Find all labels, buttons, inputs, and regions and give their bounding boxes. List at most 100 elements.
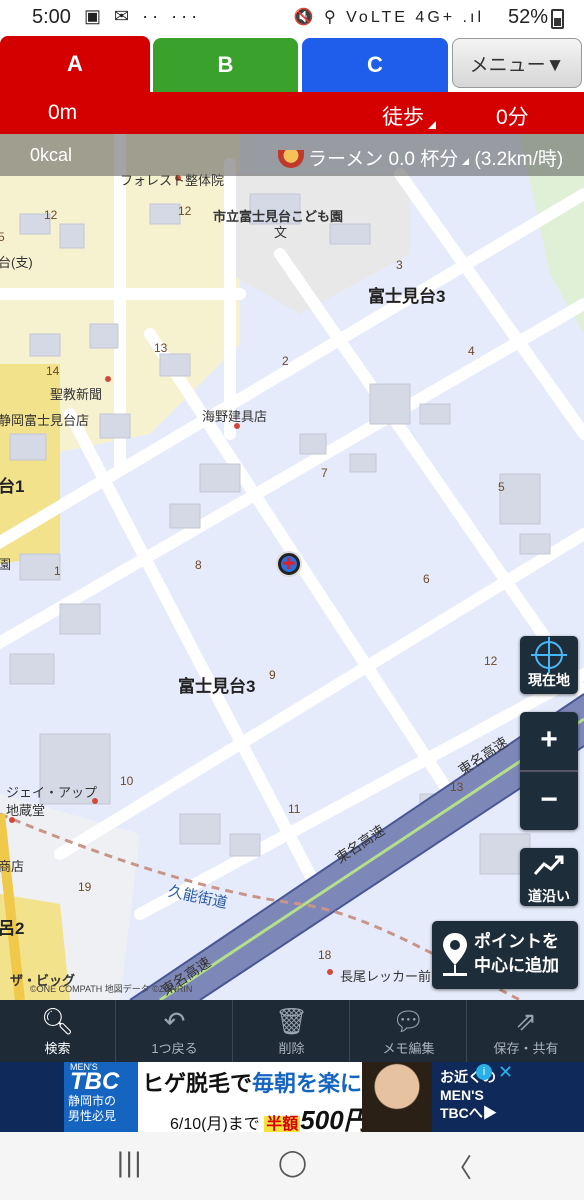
ad-half-badge: 半額 (264, 1116, 301, 1133)
recent-apps-icon[interactable]: ||| (116, 1148, 142, 1178)
block-number: 5 (0, 230, 5, 244)
route-info-bar: 0m 徒歩 0分 (0, 92, 584, 134)
block-number: 18 (318, 948, 332, 962)
ad-cta-line2: MEN'S (440, 1087, 484, 1103)
add-point-label-2: 中心に追加 (474, 956, 559, 975)
add-point-label-1: ポイントを (474, 932, 559, 951)
block-number: 4 (468, 344, 475, 358)
zoom-out-button[interactable]: − (520, 772, 578, 830)
ad-headline-pre: ヒゲ脱毛で (142, 1071, 253, 1096)
calorie-bar: 0kcal ラーメン 0.0 杯分 (3.2km/時) (0, 134, 584, 176)
map-label-shoten: 商店 (0, 859, 25, 874)
share-icon: ⇗ (515, 1006, 537, 1036)
undo-label: 1つ戻る (151, 1041, 198, 1056)
battery-level: 52% (507, 6, 548, 28)
search-button[interactable]: 🔍︎ 検索 (0, 1000, 116, 1062)
block-number: 12 (44, 208, 58, 222)
ad-city-line1: 静岡市の (68, 1094, 117, 1108)
tab-c[interactable]: C (302, 38, 448, 92)
route-tabs: A B C メニュー▼ (0, 34, 584, 92)
save-share-button[interactable]: ⇗ 保存・共有 (468, 1000, 584, 1062)
travel-mode-selector[interactable]: 徒歩 (382, 101, 436, 131)
ramen-icon (278, 150, 304, 168)
block-number: 6 (423, 572, 430, 586)
ad-info-icon[interactable]: i (476, 1064, 492, 1080)
undo-icon: ↶ (163, 1006, 186, 1036)
home-icon[interactable]: ◯ (278, 1148, 307, 1178)
signal-icons: 🔇 ⚲ VoLTE 4G+ .ıl (293, 9, 484, 26)
zoom-in-button[interactable]: + (520, 712, 578, 770)
speed-value: (3.2km/時) (474, 149, 564, 170)
map-label-seikyo: 聖教新聞 (50, 387, 103, 402)
ad-city-line2: 男性必見 (68, 1109, 117, 1123)
trend-line-icon (520, 848, 578, 886)
notification-icons: ▣ ✉ ·· ··· (84, 6, 202, 26)
add-point-center-button[interactable]: ポイントを中心に追加 (432, 921, 578, 989)
ad-headline-hi: 毎朝を楽に (252, 1071, 363, 1096)
map-label-shizuoka-store: 静岡富士見台店 (0, 413, 90, 428)
block-number: 2 (282, 354, 289, 368)
ad-cta-line3: TBCへ▶ (440, 1105, 497, 1121)
memo-icon: 💬︎ (391, 1006, 425, 1036)
ad-headline: ヒゲ脱毛で毎朝を楽に (142, 1066, 362, 1098)
block-number: 10 (120, 774, 134, 788)
block-number: 1 (54, 564, 61, 578)
time-value: 0分 (496, 106, 529, 129)
status-bar: 5:00 ▣ ✉ ·· ··· 🔇 ⚲ VoLTE 4G+ .ıl 52% (0, 0, 584, 34)
school-icon: 文 (274, 225, 288, 240)
map-center-crosshair-icon (276, 551, 302, 577)
ad-date: 6/10(月)まで (170, 1116, 260, 1133)
kcal-value: 0kcal (30, 145, 73, 165)
ramen-selector[interactable]: ラーメン 0.0 杯分 (3.2km/時) (278, 144, 563, 171)
map-copyright: ©ONE COMPATH 地図データ ©ZENRIN (30, 984, 193, 994)
current-location-button[interactable]: 現在地 (520, 636, 578, 694)
map-label-edge2: 呂2 (0, 919, 25, 938)
map-label-jizo: 地蔵堂 (6, 803, 46, 818)
map-label-jay: ジェイ・アップ (6, 785, 98, 800)
search-label: 検索 (44, 1041, 71, 1056)
delete-button[interactable]: 🗑︎ 削除 (234, 1000, 350, 1062)
map-label-area-top: 富士見台3 (368, 287, 446, 306)
map-pin-icon (443, 933, 467, 976)
block-number: 8 (195, 558, 202, 572)
block-number: 9 (269, 668, 276, 682)
zoom-control: + − (520, 712, 578, 830)
along-road-button[interactable]: 道沿い (520, 848, 578, 906)
tab-a[interactable]: A (0, 36, 150, 92)
ad-model-image (362, 1062, 432, 1132)
clock: 5:00 (32, 6, 71, 28)
memo-label: メモ編集 (382, 1041, 435, 1056)
map-label-area-bottom: 富士見台3 (178, 677, 256, 696)
block-number: 5 (498, 480, 505, 494)
map-label-edge-en: 園 (0, 557, 12, 572)
trash-icon: 🗑︎ (274, 1006, 308, 1036)
ad-price: 500円 (300, 1105, 370, 1135)
system-nav-bar: ||| ◯ 〈 (0, 1132, 584, 1200)
current-location-label: 現在地 (528, 672, 570, 688)
undo-button[interactable]: ↶ 1つ戻る (117, 1000, 233, 1062)
map-label-nagao: 長尾レッカー前 (340, 969, 432, 984)
block-number: 7 (321, 466, 328, 480)
ad-close-icon[interactable]: ✕ (498, 1062, 513, 1083)
bottom-toolbar: 🔍︎ 検索 ↶ 1つ戻る 🗑︎ 削除 💬︎ メモ編集 ⇗ 保存・共有 (0, 1000, 584, 1062)
block-number: 12 (178, 204, 192, 218)
battery-icon (551, 9, 564, 29)
distance-value: 0m (48, 101, 78, 124)
map-label-edge1: 台1 (0, 477, 25, 496)
ad-message: ヒゲ脱毛で毎朝を楽に 6/10(月)まで 半額500円 (138, 1062, 370, 1135)
ad-banner[interactable]: MEN'S TBC 静岡市の 男性必見 ヒゲ脱毛で毎朝を楽に 6/10(月)まで … (0, 1062, 584, 1135)
ad-city: 静岡市の 男性必見 (68, 1094, 116, 1124)
back-icon[interactable]: 〈 (446, 1148, 472, 1185)
block-number: 3 (396, 258, 403, 272)
save-share-label: 保存・共有 (493, 1041, 559, 1056)
search-icon: 🔍︎ (40, 1006, 74, 1036)
ad-brand-block: MEN'S TBC 静岡市の 男性必見 (64, 1062, 138, 1132)
block-number: 13 (450, 780, 464, 794)
tab-b[interactable]: B (153, 38, 298, 92)
ramen-value: ラーメン 0.0 杯分 (308, 149, 469, 170)
menu-button[interactable]: メニュー▼ (452, 38, 582, 88)
along-road-label: 道沿い (528, 888, 570, 904)
delete-label: 削除 (278, 1041, 305, 1056)
block-number: 19 (78, 880, 92, 894)
memo-edit-button[interactable]: 💬︎ メモ編集 (351, 1000, 467, 1062)
